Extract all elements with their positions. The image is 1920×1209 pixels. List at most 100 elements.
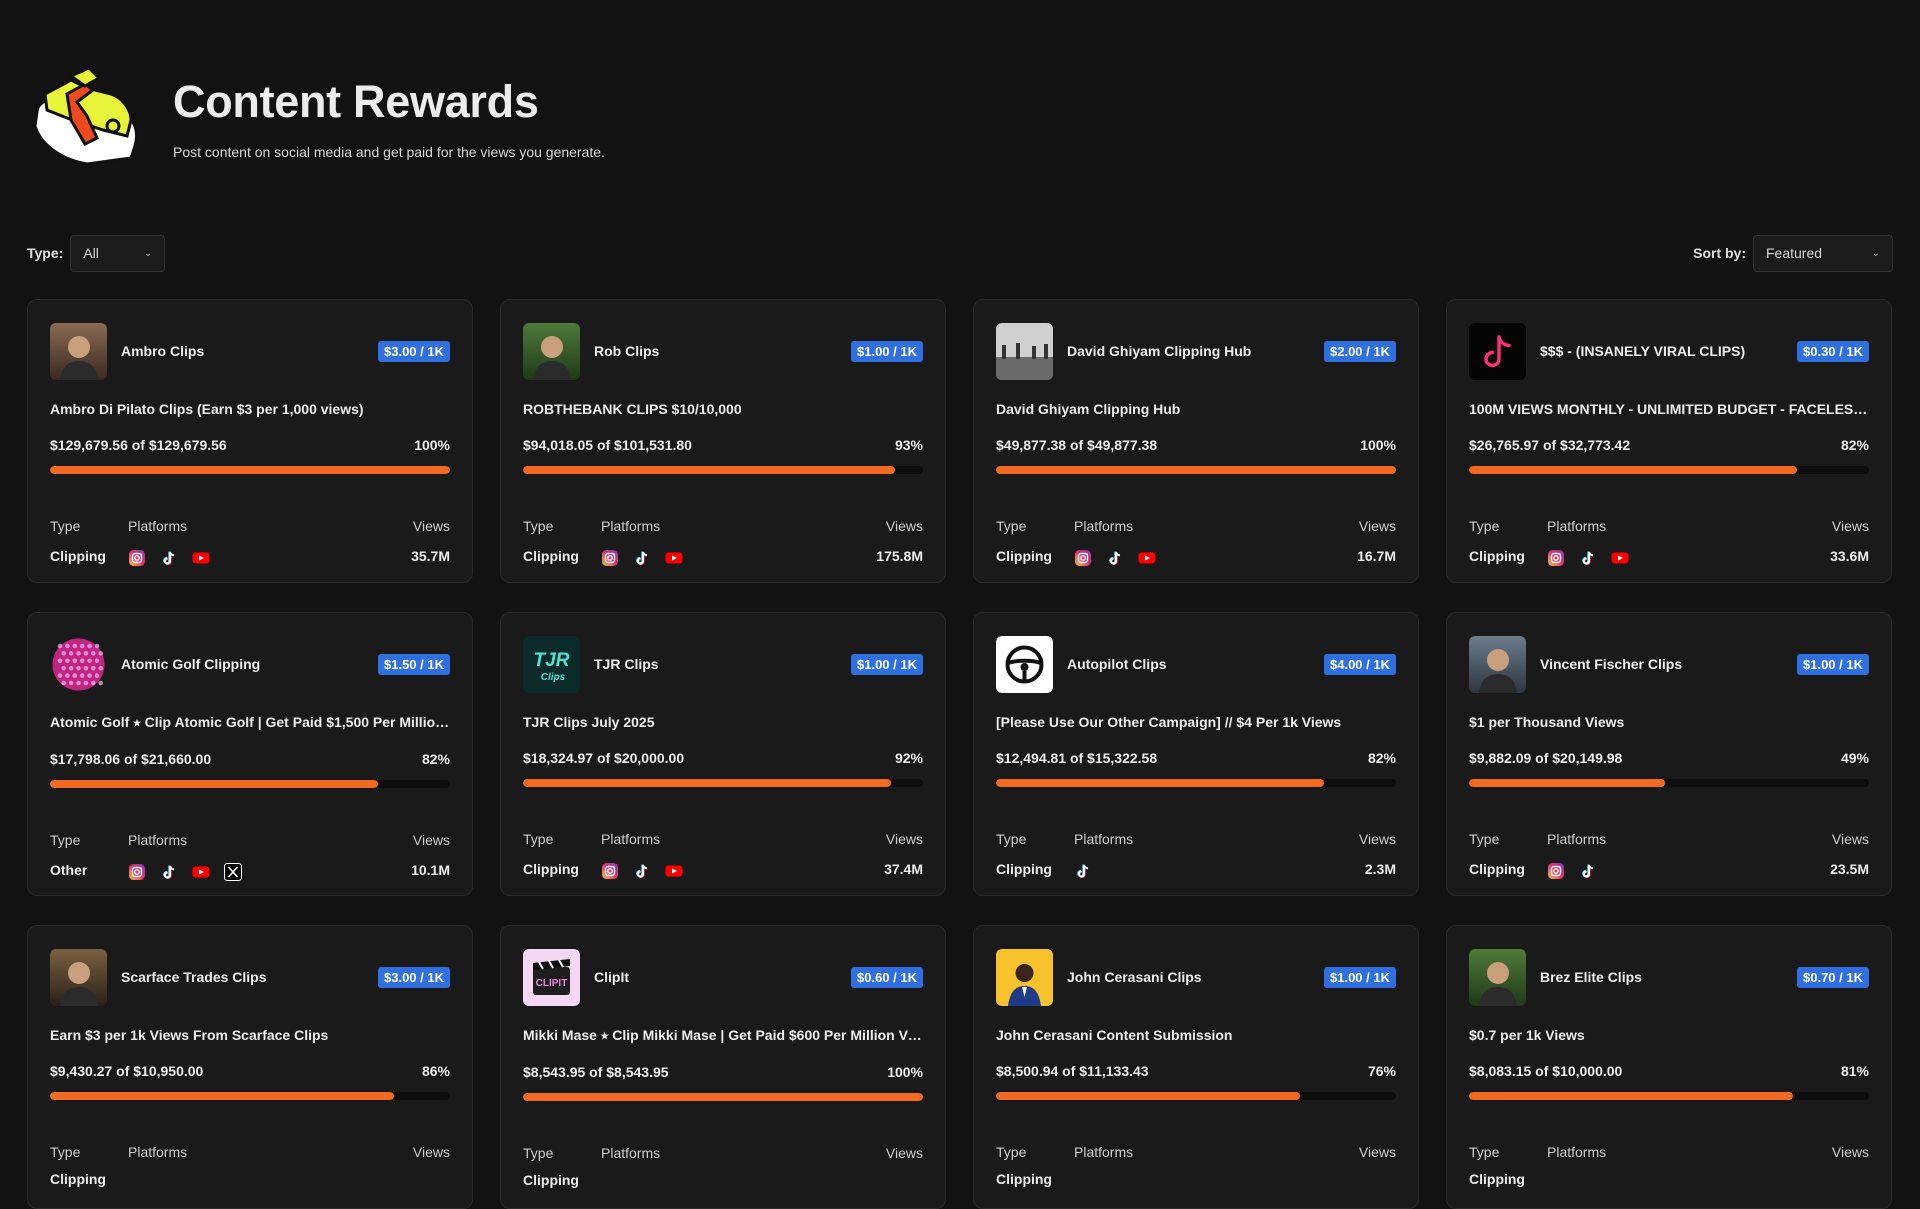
campaign-type: Clipping — [523, 548, 579, 564]
stats-values: Clipping 37.4M — [523, 858, 923, 880]
views-label: Views — [1358, 831, 1396, 847]
campaign-name: David Ghiyam Clipping Hub — [1067, 343, 1252, 359]
stats-labels: Type Platforms Views — [523, 831, 923, 847]
platform-icons — [1547, 1177, 1869, 1181]
rate-badge: $1.00 / 1K — [851, 340, 923, 362]
campaign-avatar — [996, 635, 1053, 693]
tiktok-icon — [1579, 862, 1597, 880]
platforms-label: Platforms — [1074, 518, 1134, 534]
type-label: Type — [996, 1144, 1027, 1160]
budget-progress-row: $8,500.94 of $11,133.43 76% — [996, 1063, 1396, 1079]
type-label: Type — [1469, 1144, 1500, 1160]
sort-filter: Sort by: Featured ⌄ — [1693, 234, 1893, 272]
campaign-card[interactable]: Vincent Fischer Clips $1.00 / 1K $1 per … — [1446, 612, 1892, 896]
stats-values: Clipping — [1469, 1171, 1869, 1187]
campaign-title: ROBTHEBANK CLIPS $10/10,000 — [523, 401, 742, 417]
budget-progress-row: $8,083.15 of $10,000.00 81% — [1469, 1063, 1869, 1079]
platform-icons — [601, 545, 876, 567]
campaign-views: 16.7M — [1357, 548, 1396, 564]
youtube-icon — [192, 549, 210, 567]
youtube-icon — [665, 862, 683, 880]
sort-select[interactable]: Featured ⌄ — [1753, 234, 1893, 272]
campaign-card[interactable]: Scarface Trades Clips $3.00 / 1K Earn $3… — [27, 925, 473, 1209]
platforms-label: Platforms — [128, 832, 188, 848]
type-filter-label: Type: — [27, 245, 64, 261]
campaign-avatar: TJR Clips — [523, 635, 580, 693]
progress-fill — [50, 780, 378, 788]
campaign-card[interactable]: Brez Elite Clips $0.70 / 1K $0.7 per 1k … — [1446, 925, 1892, 1209]
campaign-card[interactable]: Atomic Golf Clipping $1.50 / 1K Atomic G… — [27, 612, 473, 896]
type-select[interactable]: All ⌄ — [70, 234, 166, 272]
budget-percent: 49% — [1840, 750, 1869, 766]
budget-progress-text: $8,543.95 of $8,543.95 — [523, 1064, 669, 1080]
views-label: Views — [412, 518, 450, 534]
page-subtitle: Post content on social media and get pai… — [173, 144, 605, 160]
platforms-label: Platforms — [1074, 1144, 1134, 1160]
svg-text:CLIPIT: CLIPIT — [536, 978, 568, 989]
campaign-card[interactable]: Autopilot Clips $4.00 / 1K [Please Use O… — [973, 612, 1419, 896]
budget-percent: 92% — [894, 750, 923, 766]
campaign-card[interactable]: John Cerasani Clips $1.00 / 1K John Cera… — [973, 925, 1419, 1209]
youtube-icon — [192, 863, 210, 881]
rate-badge: $0.30 / 1K — [1797, 340, 1869, 362]
rate-badge: $3.00 / 1K — [378, 966, 450, 988]
campaign-type: Other — [50, 862, 88, 878]
campaign-type: Clipping — [50, 1171, 106, 1187]
campaign-card[interactable]: $$$ - (INSANELY VIRAL CLIPS) $0.30 / 1K … — [1446, 299, 1892, 583]
campaign-views: 175.8M — [876, 548, 923, 564]
campaign-card[interactable]: David Ghiyam Clipping Hub $2.00 / 1K Dav… — [973, 299, 1419, 583]
stats-values: Clipping 33.6M — [1469, 545, 1869, 567]
campaign-name: Brez Elite Clips — [1540, 969, 1642, 985]
budget-percent: 81% — [1840, 1063, 1869, 1079]
stats-values: Clipping 2.3M — [996, 858, 1396, 880]
filter-bar: Type: All ⌄ Sort by: Featured ⌄ — [27, 234, 1893, 272]
campaign-name: TJR Clips — [594, 656, 659, 672]
progress-fill — [50, 1092, 394, 1100]
rate-badge: $4.00 / 1K — [1324, 653, 1396, 675]
progress-fill — [1469, 466, 1797, 474]
campaign-type: Clipping — [1469, 1171, 1525, 1187]
budget-progress-text: $129,679.56 of $129,679.56 — [50, 437, 227, 453]
progress-bar — [523, 466, 923, 474]
type-label: Type — [523, 518, 554, 534]
rate-badge: $0.60 / 1K — [851, 966, 923, 988]
campaign-title: John Cerasani Content Submission — [996, 1027, 1233, 1043]
budget-progress-row: $9,430.27 of $10,950.00 86% — [50, 1063, 450, 1079]
stats-values: Clipping — [50, 1171, 450, 1187]
campaign-title: [Please Use Our Other Campaign] // $4 Pe… — [996, 714, 1342, 730]
campaign-card[interactable]: CLIPIT ClipIt $0.60 / 1K Mikki Mase ⭑ Cl… — [500, 925, 946, 1209]
platform-icons — [128, 859, 411, 881]
budget-progress-text: $12,494.81 of $15,322.58 — [996, 750, 1158, 766]
stats-labels: Type Platforms Views — [996, 1144, 1396, 1160]
card-header: TJR Clips TJR Clips $1.00 / 1K — [523, 635, 923, 693]
budget-progress-text: $49,877.38 of $49,877.38 — [996, 437, 1158, 453]
card-header: Atomic Golf Clipping $1.50 / 1K — [50, 635, 450, 693]
campaign-type: Clipping — [523, 861, 579, 877]
campaign-avatar: CLIPIT — [523, 948, 580, 1006]
type-select-value: All — [83, 245, 99, 261]
campaign-avatar — [50, 948, 107, 1006]
campaign-card[interactable]: TJR Clips TJR Clips $1.00 / 1K TJR Clips … — [500, 612, 946, 896]
stats-labels: Type Platforms Views — [1469, 1144, 1869, 1160]
campaign-card[interactable]: Rob Clips $1.00 / 1K ROBTHEBANK CLIPS $1… — [500, 299, 946, 583]
type-label: Type — [50, 518, 81, 534]
views-label: Views — [885, 831, 923, 847]
card-header: Scarface Trades Clips $3.00 / 1K — [50, 948, 450, 1006]
campaign-name: Vincent Fischer Clips — [1540, 656, 1683, 672]
campaign-avatar — [50, 322, 107, 380]
campaign-title: David Ghiyam Clipping Hub — [996, 401, 1181, 417]
campaign-card[interactable]: Ambro Clips $3.00 / 1K Ambro Di Pilato C… — [27, 299, 473, 583]
rate-badge: $1.00 / 1K — [1797, 653, 1869, 675]
card-header: Vincent Fischer Clips $1.00 / 1K — [1469, 635, 1869, 693]
campaign-type: Clipping — [1469, 861, 1525, 877]
instagram-icon — [1074, 549, 1092, 567]
budget-progress-row: $49,877.38 of $49,877.38 100% — [996, 437, 1396, 453]
stats-values: Clipping 175.8M — [523, 545, 923, 567]
budget-percent: 82% — [421, 751, 450, 767]
campaign-title: Ambro Di Pilato Clips (Earn $3 per 1,000… — [50, 401, 364, 417]
tiktok-icon — [1074, 862, 1092, 880]
stats-labels: Type Platforms Views — [1469, 518, 1869, 534]
campaign-type: Clipping — [996, 548, 1052, 564]
svg-text:Clips: Clips — [541, 672, 566, 683]
platforms-label: Platforms — [601, 518, 661, 534]
